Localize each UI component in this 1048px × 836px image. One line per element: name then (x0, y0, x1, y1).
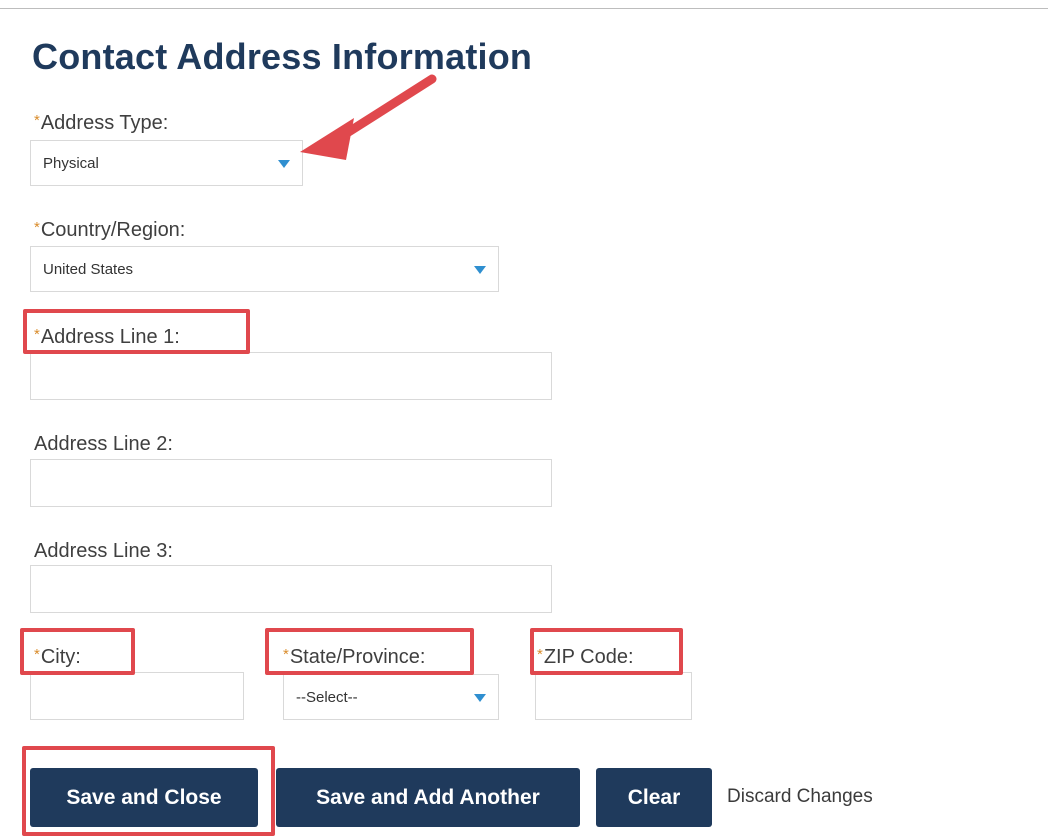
annotation-arrow-icon (300, 74, 437, 160)
